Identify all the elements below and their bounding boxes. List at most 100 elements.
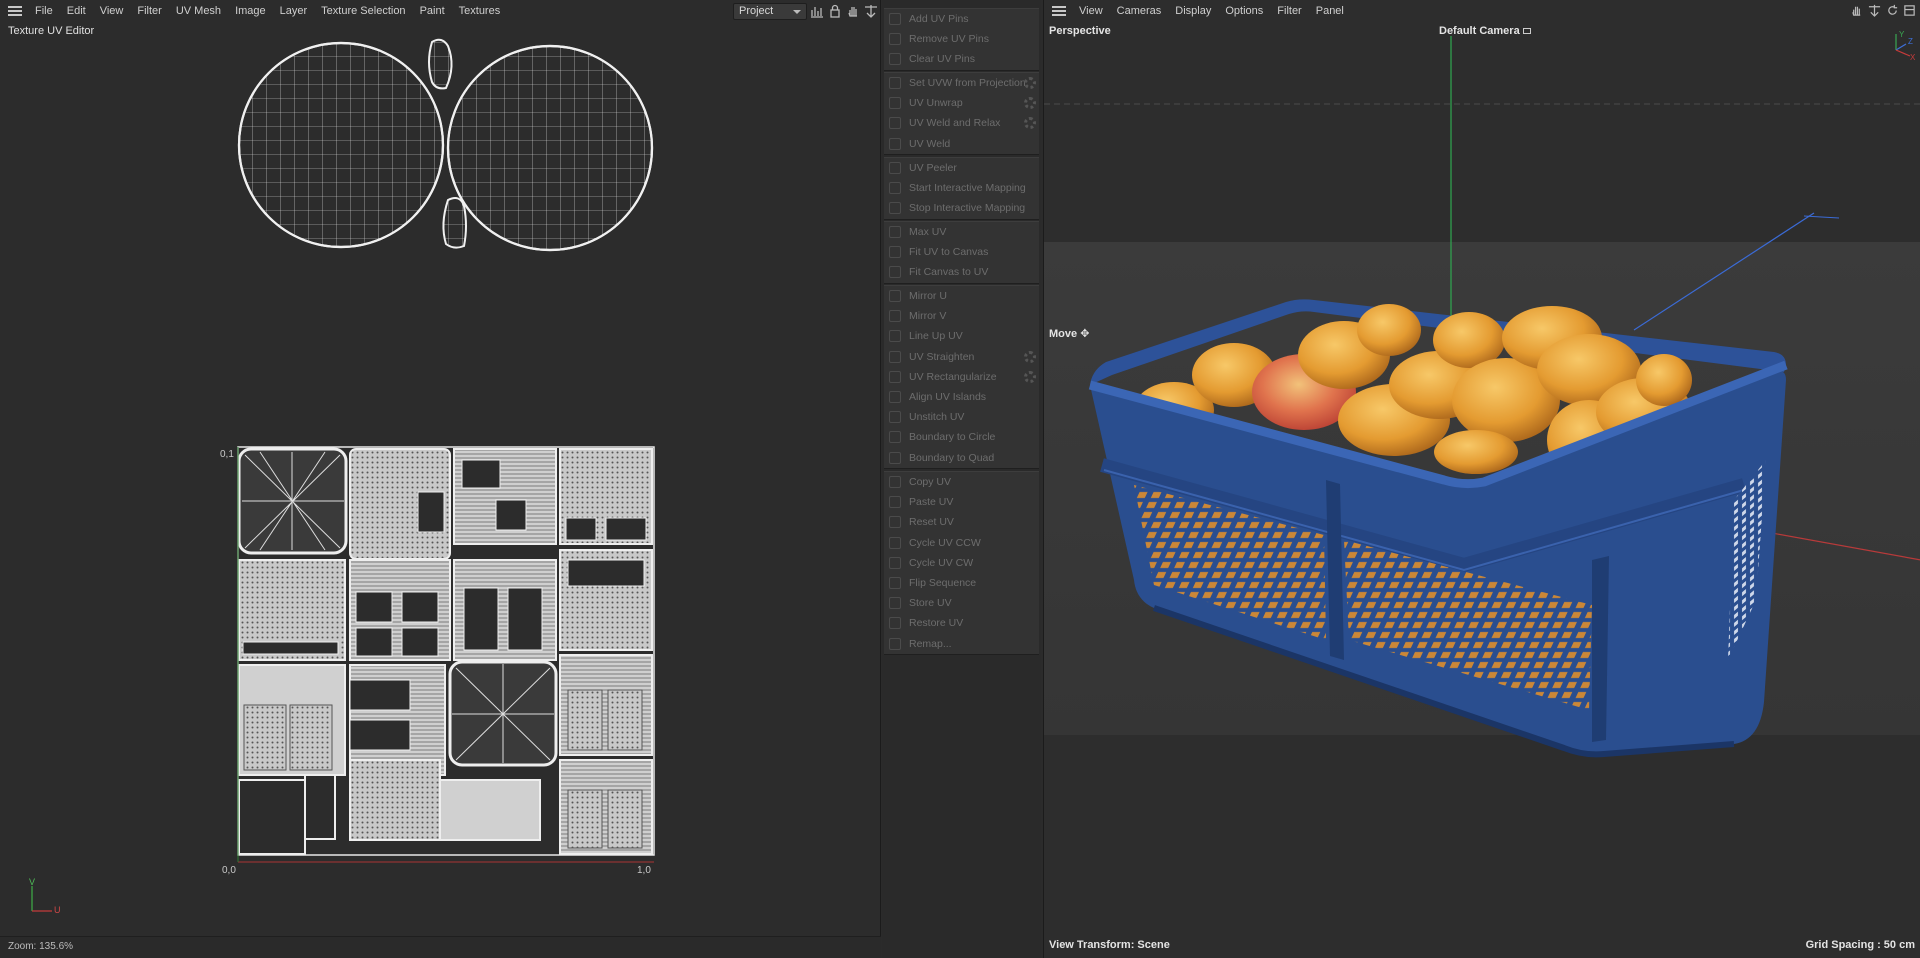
command-mirror-u[interactable]: Mirror U <box>884 286 1039 306</box>
flip-icon <box>889 577 901 590</box>
hamburger-menu-icon[interactable] <box>1052 6 1066 16</box>
uv-axis-gizmo-icon <box>31 886 52 912</box>
gear-icon[interactable] <box>1024 77 1036 89</box>
command-label: Store UV <box>909 597 952 610</box>
fit-icon <box>889 246 901 259</box>
uv-label-origin: 0,0 <box>222 865 236 876</box>
command-boundary-to-circle[interactable]: Boundary to Circle <box>884 427 1039 447</box>
pin-remove-icon <box>889 33 901 46</box>
command-remove-uv-pins[interactable]: Remove UV Pins <box>884 29 1039 49</box>
mirror-v-icon <box>889 310 901 323</box>
command-fit-uv-to-canvas[interactable]: Fit UV to Canvas <box>884 242 1039 262</box>
viewport-camera-label[interactable]: Default Camera <box>1439 25 1531 37</box>
command-label: Clear UV Pins <box>909 53 975 66</box>
command-paste-uv[interactable]: Paste UV <box>884 492 1039 512</box>
command-group-mapping: UV Peeler Start Interactive Mapping Stop… <box>884 157 1039 220</box>
command-restore-uv[interactable]: Restore UV <box>884 613 1039 633</box>
command-label: Line Up UV <box>909 330 963 343</box>
mirror-u-icon <box>889 290 901 303</box>
gear-icon[interactable] <box>1024 350 1036 363</box>
command-label: UV Straighten <box>909 350 975 363</box>
uv-island-stem-top[interactable] <box>428 38 453 90</box>
command-label: Copy UV <box>909 476 952 489</box>
uv-island-stem-bottom[interactable] <box>442 197 467 249</box>
perspective-viewport[interactable]: View Cameras Display Options Filter Pane… <box>1043 0 1920 958</box>
command-label: Reset UV <box>909 516 954 529</box>
zoom-label: Zoom: 135.6% <box>8 941 74 952</box>
command-line-up-uv[interactable]: Line Up UV <box>884 326 1039 346</box>
command-label: Fit Canvas to UV <box>909 266 989 279</box>
play-icon <box>889 182 901 195</box>
command-copy-uv[interactable]: Copy UV <box>884 472 1039 492</box>
command-store-uv[interactable]: Store UV <box>884 593 1039 613</box>
menu-display[interactable]: Display <box>1168 0 1218 22</box>
command-label: Stop Interactive Mapping <box>909 202 1026 215</box>
command-group-fit: Max UV Fit UV to Canvas Fit Canvas to UV <box>884 221 1039 284</box>
command-label: UV Weld <box>909 137 951 150</box>
menu-filter[interactable]: Filter <box>1270 0 1308 22</box>
command-unstitch-uv[interactable]: Unstitch UV <box>884 407 1039 427</box>
command-start-interactive-mapping[interactable]: Start Interactive Mapping <box>884 178 1039 198</box>
maximize-panel-icon[interactable] <box>1903 4 1916 17</box>
maximize-icon <box>889 226 901 239</box>
menu-view[interactable]: View <box>1072 0 1110 22</box>
command-label: UV Peeler <box>909 162 957 175</box>
command-reset-uv[interactable]: Reset UV <box>884 512 1039 532</box>
command-label: Set UVW from Projection <box>909 77 1026 90</box>
command-label: Remove UV Pins <box>909 33 989 46</box>
command-label: Mirror U <box>909 290 947 303</box>
command-mirror-v[interactable]: Mirror V <box>884 306 1039 326</box>
command-set-uvw-from-projection[interactable]: Set UVW from Projection <box>884 73 1039 93</box>
active-tool-label: Move ✥ <box>1049 327 1089 340</box>
menu-cameras[interactable]: Cameras <box>1110 0 1169 22</box>
axis-label-v: V <box>29 877 36 887</box>
peeler-icon <box>889 162 901 175</box>
gear-icon[interactable] <box>1024 97 1036 110</box>
gear-icon[interactable] <box>1024 370 1036 383</box>
command-stop-interactive-mapping[interactable]: Stop Interactive Mapping <box>884 198 1039 218</box>
rotate-cw-icon <box>889 556 901 569</box>
weld-relax-icon <box>889 117 901 130</box>
camera-icon <box>1522 28 1531 34</box>
restore-icon <box>889 617 901 630</box>
menu-options[interactable]: Options <box>1218 0 1270 22</box>
command-fit-canvas-to-uv[interactable]: Fit Canvas to UV <box>884 262 1039 282</box>
viewport-scene[interactable] <box>1044 0 1920 958</box>
weld-icon <box>889 137 901 150</box>
command-cycle-uv-ccw[interactable]: Cycle UV CCW <box>884 533 1039 553</box>
command-group-pins: Add UV Pins Remove UV Pins Clear UV Pins <box>884 8 1039 71</box>
command-label: Unstitch UV <box>909 411 965 424</box>
command-cycle-uv-cw[interactable]: Cycle UV CW <box>884 553 1039 573</box>
command-boundary-to-quad[interactable]: Boundary to Quad <box>884 448 1039 468</box>
command-clear-uv-pins[interactable]: Clear UV Pins <box>884 49 1039 69</box>
command-uv-weld-and-relax[interactable]: UV Weld and Relax <box>884 113 1039 133</box>
uv-label-bottom-right: 1,0 <box>637 865 651 876</box>
command-flip-sequence[interactable]: Flip Sequence <box>884 573 1039 593</box>
command-uv-weld[interactable]: UV Weld <box>884 134 1039 154</box>
viewport-projection-label: Perspective <box>1049 25 1111 37</box>
uv-island-crate[interactable] <box>237 446 655 856</box>
move-tool-icon: ✥ <box>1080 328 1090 340</box>
command-remap[interactable]: Remap... <box>884 634 1039 654</box>
command-align-uv-islands[interactable]: Align UV Islands <box>884 387 1039 407</box>
rotate-icon[interactable] <box>1886 4 1899 17</box>
move-arrows-icon[interactable] <box>1868 4 1881 17</box>
uv-island-fruit-left[interactable] <box>237 41 445 249</box>
command-uv-unwrap[interactable]: UV Unwrap <box>884 93 1039 113</box>
command-add-uv-pins[interactable]: Add UV Pins <box>884 9 1039 29</box>
pan-hand-icon[interactable] <box>1850 4 1863 17</box>
command-max-uv[interactable]: Max UV <box>884 222 1039 242</box>
command-uv-rectangularize[interactable]: UV Rectangularize <box>884 367 1039 387</box>
command-label: Paste UV <box>909 496 954 509</box>
uv-canvas[interactable] <box>0 0 881 936</box>
command-label: Fit UV to Canvas <box>909 246 989 259</box>
straighten-icon <box>889 350 901 363</box>
command-uv-straighten[interactable]: UV Straighten <box>884 347 1039 367</box>
gear-icon[interactable] <box>1024 117 1036 130</box>
command-group-clipboard: Copy UV Paste UV Reset UV Cycle UV CCW C… <box>884 471 1039 655</box>
camera-name: Default Camera <box>1439 25 1520 37</box>
command-uv-peeler[interactable]: UV Peeler <box>884 158 1039 178</box>
gizmo-label-z: Z <box>1908 37 1913 46</box>
menu-panel[interactable]: Panel <box>1309 0 1351 22</box>
uv-island-fruit-right[interactable] <box>446 44 654 252</box>
